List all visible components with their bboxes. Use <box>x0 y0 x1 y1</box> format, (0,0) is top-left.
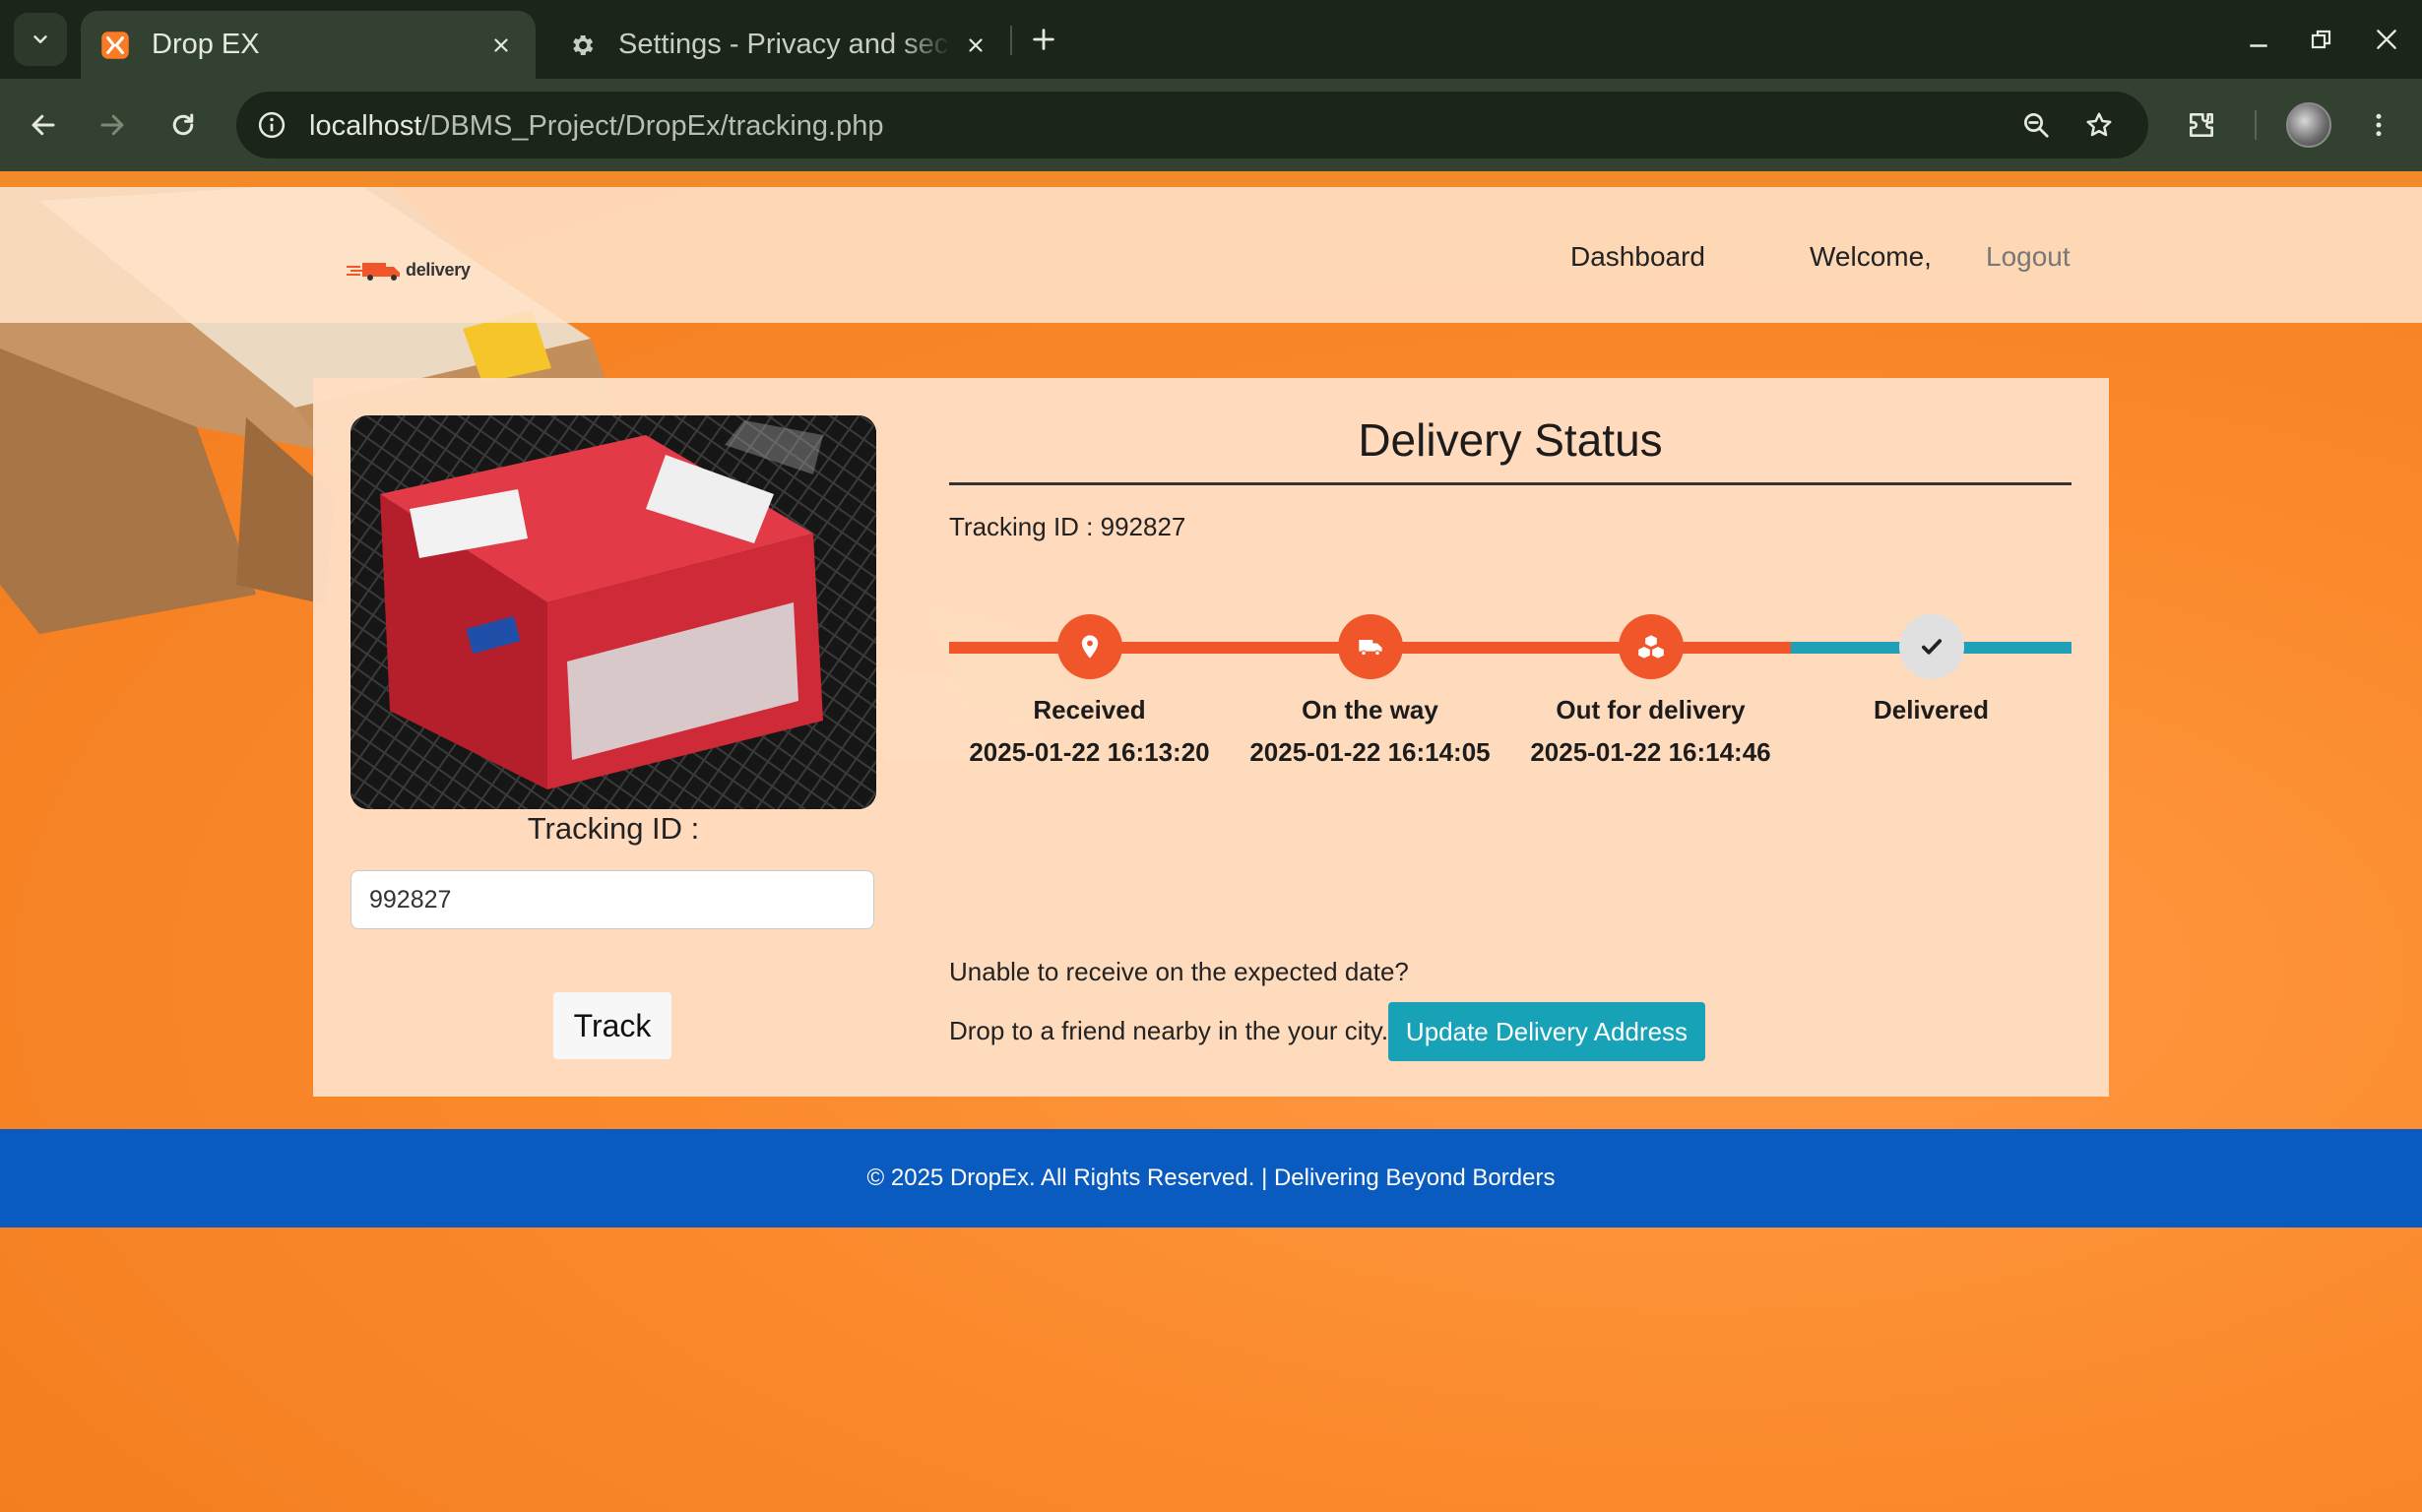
step-dot <box>1898 614 1964 679</box>
new-tab-button[interactable] <box>1024 20 1063 59</box>
nav-dashboard-link[interactable]: Dashboard <box>1570 241 1705 273</box>
forward-button[interactable] <box>91 103 134 147</box>
close-icon <box>2377 30 2396 49</box>
step-out-for-delivery: Out for delivery 2025-01-22 16:14:46 <box>1510 602 1791 768</box>
profile-avatar[interactable] <box>2286 102 2331 148</box>
arrow-right-icon <box>100 114 124 136</box>
tab-title: Drop EX <box>152 29 260 60</box>
close-window-button[interactable] <box>2367 20 2406 59</box>
step-date: 2025-01-22 16:14:05 <box>1249 737 1491 767</box>
header-top-strip <box>0 171 2422 187</box>
page-viewport: delivery Dashboard Welcome, Logout Track… <box>0 171 2422 1512</box>
tracking-id-display: Tracking ID : 992827 <box>949 512 1186 541</box>
step-received: Received 2025-01-22 16:13:20 <box>949 602 1230 768</box>
title-divider <box>949 482 2071 485</box>
tab-search-button[interactable] <box>14 13 67 66</box>
tracking-id-label: Tracking ID : <box>527 811 700 846</box>
url-text[interactable]: localhost/DBMS_Project/DropEx/tracking.p… <box>309 110 884 143</box>
bookmark-star-icon[interactable] <box>2079 105 2119 145</box>
step-dot <box>1056 614 1122 679</box>
toolbar-separator <box>2255 110 2257 140</box>
unable-to-receive-text: Unable to receive on the expected date? <box>949 957 1409 986</box>
footer-text: © 2025 DropEx. All Rights Reserved. | De… <box>866 1165 1556 1191</box>
close-tab-icon[interactable] <box>486 31 516 60</box>
extensions-icon[interactable] <box>2180 103 2223 147</box>
step-label: Delivered <box>1873 695 1990 724</box>
step-label: Out for delivery <box>1556 695 1746 724</box>
gear-icon <box>567 31 597 60</box>
delivery-status-title: Delivery Status <box>1358 414 1663 466</box>
tab-separator <box>1010 26 1012 55</box>
step-dot <box>1618 614 1684 679</box>
browser-toolbar: localhost/DBMS_Project/DropEx/tracking.p… <box>0 79 2422 171</box>
tab-title: Settings - Privacy and security <box>618 29 951 60</box>
address-bar[interactable]: localhost/DBMS_Project/DropEx/tracking.p… <box>236 92 2148 158</box>
map-pin-icon <box>1081 635 1098 659</box>
step-on-the-way: On the way 2025-01-22 16:14:05 <box>1230 602 1510 768</box>
update-delivery-address-button[interactable]: Update Delivery Address <box>1388 1002 1705 1061</box>
xampp-icon <box>100 31 130 60</box>
logo-text: delivery <box>406 259 471 280</box>
chevron-down-icon <box>33 35 47 43</box>
welcome-text: Welcome, <box>1810 241 1932 272</box>
check-icon <box>1921 639 1942 655</box>
site-footer: © 2025 DropEx. All Rights Reserved. | De… <box>0 1129 2422 1228</box>
url-host: localhost <box>309 110 422 142</box>
step-dot <box>1337 614 1403 679</box>
tracking-card: Tracking ID : Track Delivery Status Trac… <box>313 378 2109 1097</box>
reload-icon <box>172 113 194 136</box>
zoom-icon[interactable] <box>2016 105 2056 145</box>
nav-logout-link[interactable]: Logout <box>1986 241 2071 273</box>
step-date: 2025-01-22 16:14:46 <box>1530 737 1771 767</box>
minimize-icon <box>2250 44 2267 47</box>
tab-settings[interactable]: Settings - Privacy and security <box>547 11 1010 79</box>
step-delivered: Delivered <box>1791 602 2071 737</box>
back-button[interactable] <box>22 103 65 147</box>
truck-icon <box>1358 640 1382 657</box>
browser-tab-bar: Drop EX Settings - Privacy and security <box>0 0 2422 79</box>
delivery-progress: Received 2025-01-22 16:13:20 On the way … <box>949 602 2071 809</box>
package-photo <box>351 415 876 809</box>
url-path: /DBMS_Project/DropEx/tracking.php <box>421 110 884 142</box>
site-logo[interactable]: delivery <box>347 258 471 282</box>
restore-icon <box>2311 30 2331 49</box>
tracking-id-input[interactable] <box>351 870 874 929</box>
minimize-button[interactable] <box>2239 20 2278 59</box>
site-header: delivery Dashboard Welcome, Logout <box>0 187 2422 323</box>
arrow-left-icon <box>32 114 55 136</box>
step-label: Received <box>1033 695 1146 724</box>
restore-button[interactable] <box>2302 20 2341 59</box>
close-tab-icon[interactable] <box>961 31 990 60</box>
more-menu-icon[interactable] <box>2357 103 2400 147</box>
reload-button[interactable] <box>161 103 205 147</box>
site-info-icon[interactable] <box>252 105 291 145</box>
step-label: On the way <box>1302 695 1438 724</box>
truck-logo-icon <box>347 263 400 281</box>
track-button[interactable]: Track <box>553 992 671 1059</box>
drop-to-friend-text: Drop to a friend nearby in the your city… <box>949 1016 1389 1045</box>
tab-drop-ex[interactable]: Drop EX <box>81 11 536 79</box>
boxes-icon <box>1637 635 1664 659</box>
step-date: 2025-01-22 16:13:20 <box>969 737 1210 767</box>
plus-icon <box>1033 29 1054 50</box>
